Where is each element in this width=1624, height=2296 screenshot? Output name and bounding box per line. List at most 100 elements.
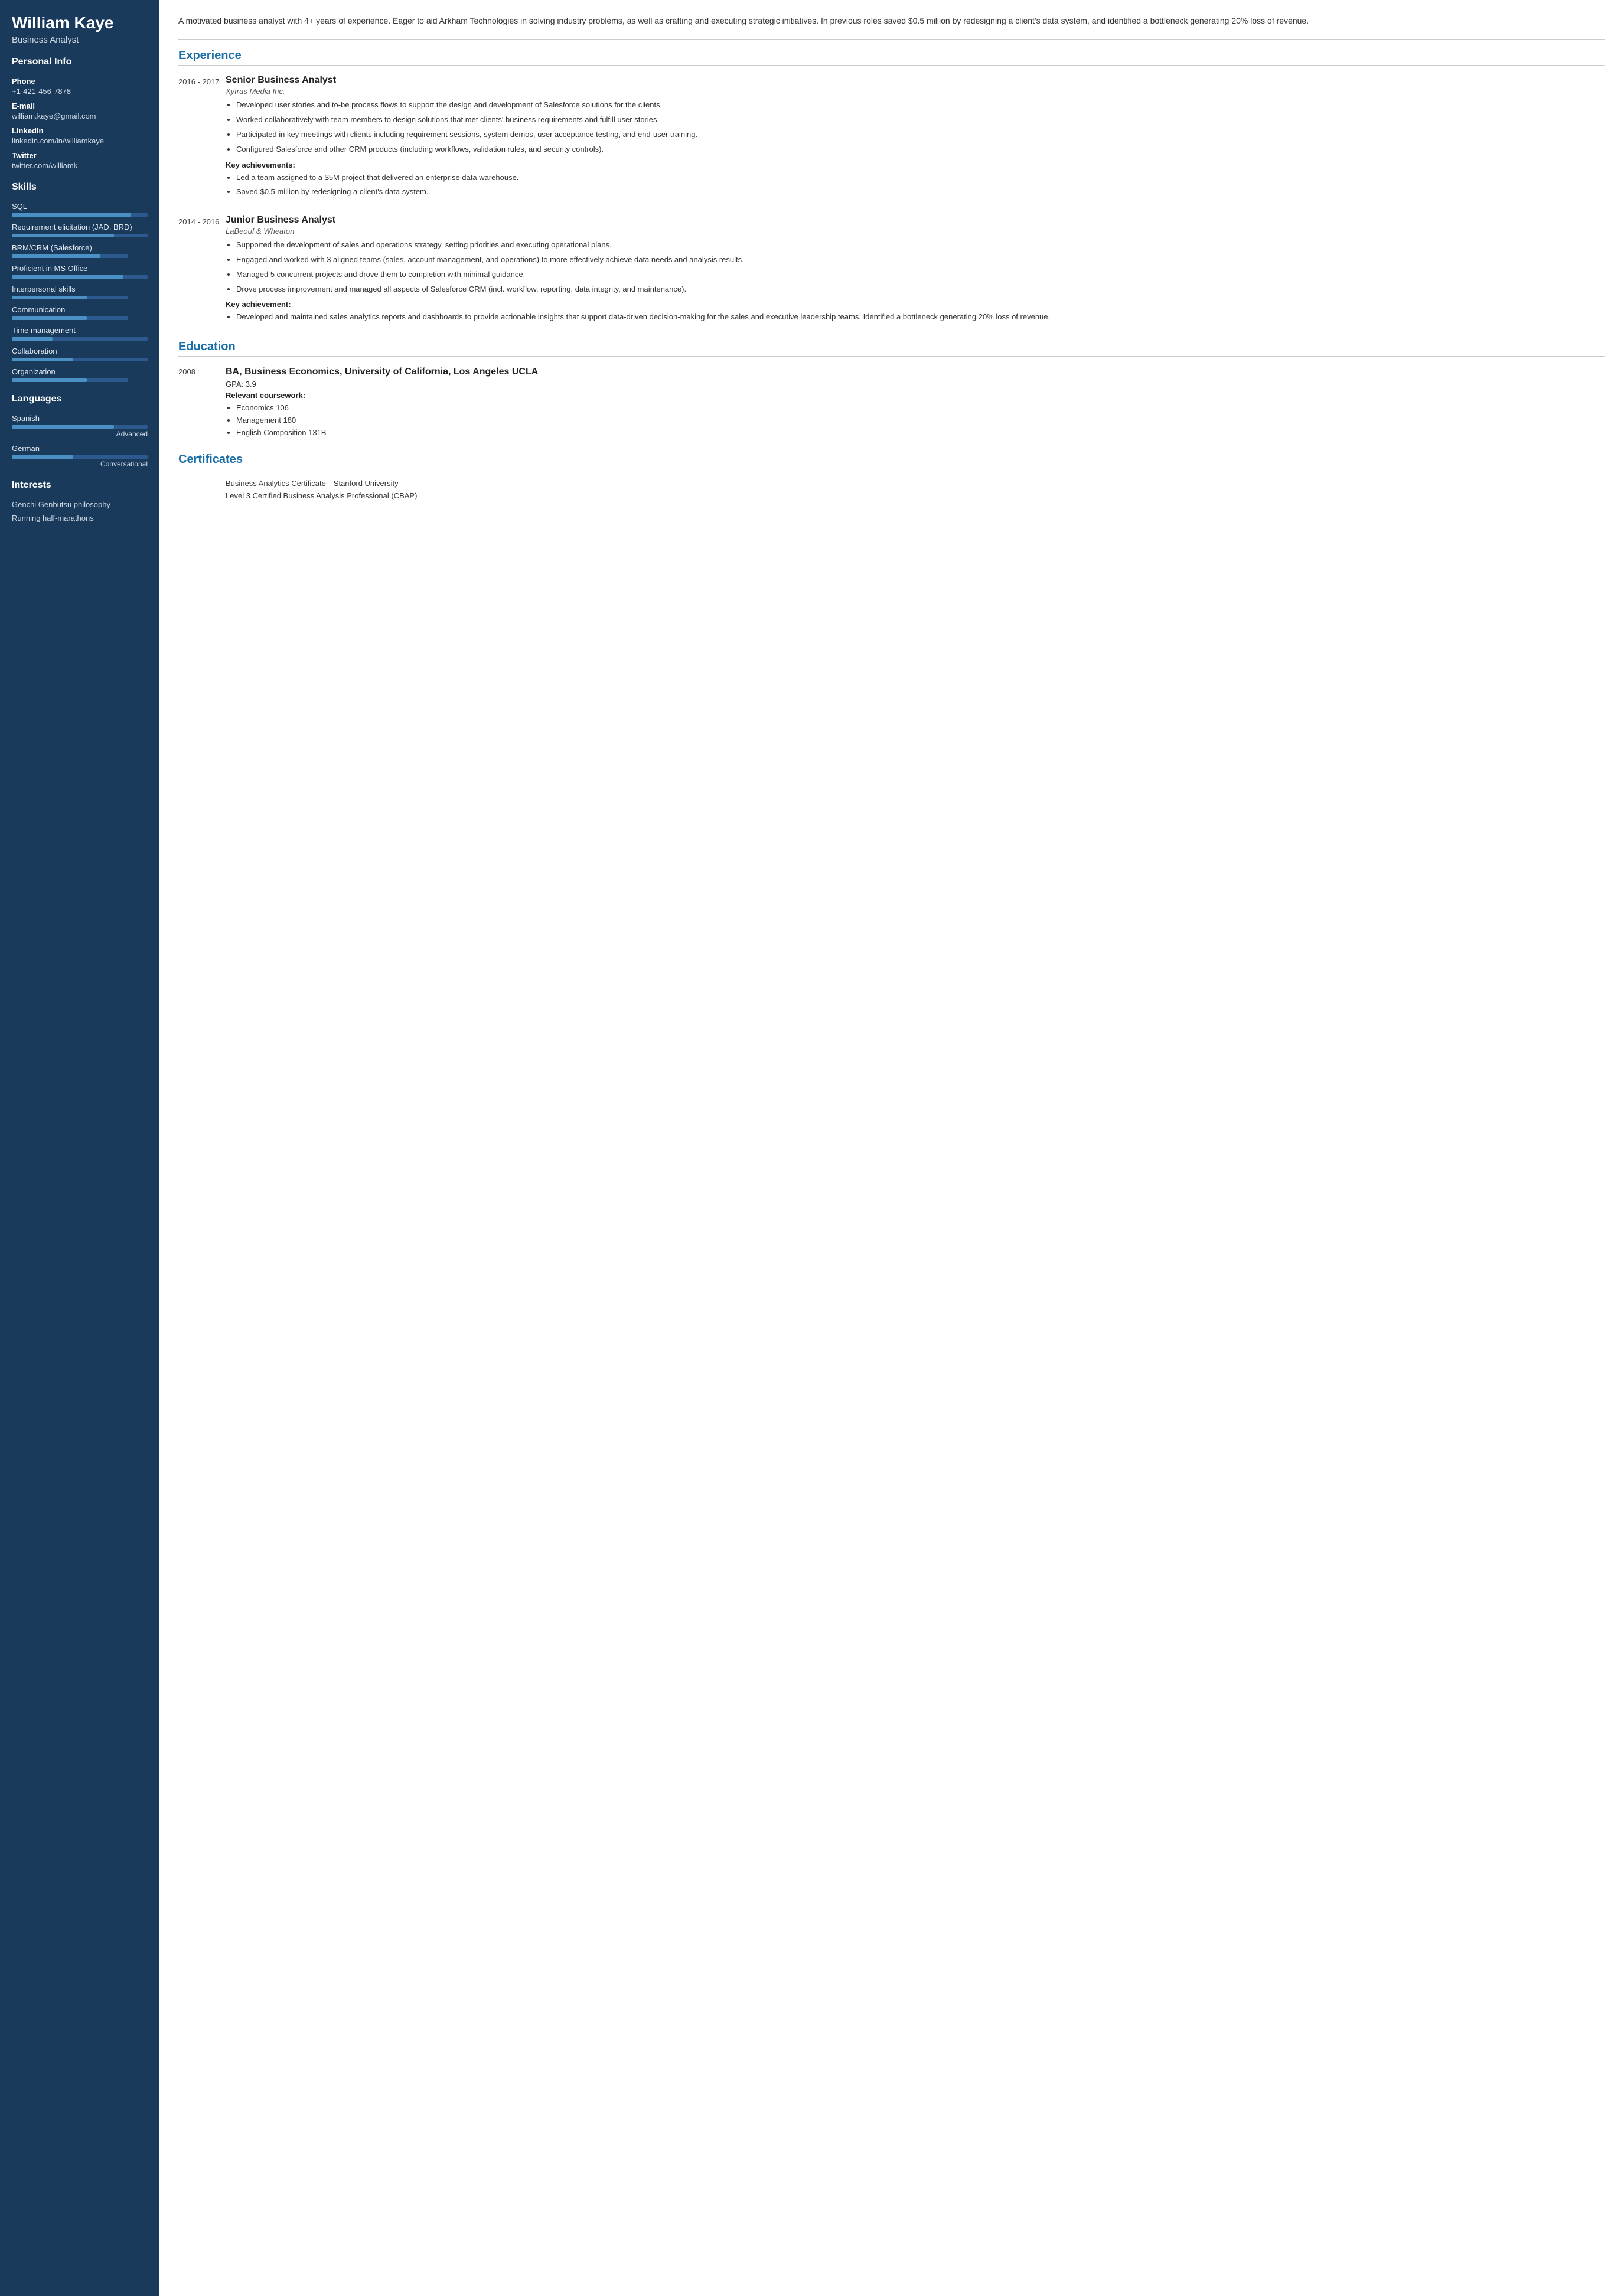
languages-list: SpanishAdvanced German Conversational xyxy=(12,414,148,468)
skill-name: Collaboration xyxy=(12,347,148,355)
education-list: 2008BA, Business Economics, University o… xyxy=(178,366,1605,439)
achievements-bullets: Led a team assigned to a $5M project tha… xyxy=(226,172,1605,199)
skills-heading: Skills xyxy=(12,182,148,195)
skills-list: SQLRequirement elicitation (JAD, BRD)BRM… xyxy=(12,202,148,382)
cert-spacer xyxy=(178,491,226,500)
exp-bullet-item: Worked collaboratively with team members… xyxy=(236,114,1605,126)
info-label: Phone xyxy=(12,77,148,86)
skill-bar xyxy=(12,234,148,237)
language-level: Conversational xyxy=(12,460,148,468)
candidate-name: William Kaye xyxy=(12,14,148,32)
sidebar: William Kaye Business Analyst Personal I… xyxy=(0,0,159,2296)
edu-gpa: GPA: 3.9 xyxy=(226,380,1605,388)
coursework-item: Economics 106 xyxy=(236,402,1605,414)
coursework-item: English Composition 131B xyxy=(236,427,1605,439)
info-value: +1-421-456-7878 xyxy=(12,87,148,96)
certificates-heading: Certificates xyxy=(178,453,1605,469)
exp-content: Senior Business AnalystXytras Media Inc.… xyxy=(226,75,1605,201)
skill-bar xyxy=(12,213,148,217)
coursework-label: Relevant coursework: xyxy=(226,391,1605,400)
exp-bullets: Supported the development of sales and o… xyxy=(226,239,1605,295)
skill-bar xyxy=(12,254,148,258)
skill-bar-fill xyxy=(12,337,53,341)
certificate-text: Business Analytics Certificate—Stanford … xyxy=(226,479,399,488)
info-label: E-mail xyxy=(12,102,148,110)
skill-name: BRM/CRM (Salesforce) xyxy=(12,243,148,252)
interest-item: Running half-marathons xyxy=(12,514,148,522)
skill-name: Communication xyxy=(12,305,148,314)
certificates-section: Certificates Business Analytics Certific… xyxy=(178,453,1605,500)
experience-row: 2016 - 2017Senior Business AnalystXytras… xyxy=(178,75,1605,201)
achievements-bullets: Developed and maintained sales analytics… xyxy=(226,311,1605,324)
skill-bar-fill xyxy=(12,358,73,361)
exp-bullet-item: Managed 5 concurrent projects and drove … xyxy=(236,269,1605,281)
info-value: linkedin.com/in/williamkaye xyxy=(12,136,148,145)
skill-bar-fill xyxy=(12,296,87,299)
exp-content: Junior Business AnalystLaBeouf & Wheaton… xyxy=(226,215,1605,326)
skill-bar-dark xyxy=(128,378,148,382)
skill-bar-fill xyxy=(12,254,100,258)
experience-list: 2016 - 2017Senior Business AnalystXytras… xyxy=(178,75,1605,326)
exp-bullet-item: Engaged and worked with 3 aligned teams … xyxy=(236,254,1605,266)
personal-info-fields: Phone+1-421-456-7878 E-mail william.kaye@g… xyxy=(12,77,148,170)
exp-company: Xytras Media Inc. xyxy=(226,87,1605,96)
info-value: twitter.com/williamk xyxy=(12,161,148,170)
achievements-label: Key achievement: xyxy=(226,300,1605,309)
certificate-row: Business Analytics Certificate—Stanford … xyxy=(178,479,1605,488)
interest-item: Genchi Genbutsu philosophy xyxy=(12,500,148,509)
skill-bar-dark xyxy=(128,296,148,299)
exp-bullets: Developed user stories and to-be process… xyxy=(226,99,1605,155)
achievement-item: Led a team assigned to a $5M project tha… xyxy=(236,172,1605,184)
exp-bullet-item: Supported the development of sales and o… xyxy=(236,239,1605,252)
language-bar xyxy=(12,455,148,459)
language-level: Advanced xyxy=(12,430,148,438)
language-bar xyxy=(12,425,148,429)
exp-bullet-item: Participated in key meetings with client… xyxy=(236,129,1605,141)
cert-spacer xyxy=(178,479,226,488)
personal-info-heading: Personal Info xyxy=(12,57,148,70)
skill-name: Interpersonal skills xyxy=(12,285,148,293)
skill-bar-fill xyxy=(12,275,123,279)
language-row: SpanishAdvanced xyxy=(12,414,148,438)
exp-title: Junior Business Analyst xyxy=(226,215,1605,226)
skill-bar-dark xyxy=(128,316,148,320)
summary-text: A motivated business analyst with 4+ yea… xyxy=(178,14,1605,27)
skill-bar xyxy=(12,275,148,279)
skill-bar xyxy=(12,316,148,320)
certificate-text: Level 3 Certified Business Analysis Prof… xyxy=(226,491,417,500)
main-content: A motivated business analyst with 4+ yea… xyxy=(159,0,1624,2296)
exp-title: Senior Business Analyst xyxy=(226,75,1605,86)
edu-title: BA, Business Economics, University of Ca… xyxy=(226,366,1605,378)
edu-content: BA, Business Economics, University of Ca… xyxy=(226,366,1605,439)
exp-bullet-item: Developed user stories and to-be process… xyxy=(236,99,1605,112)
skill-name: Proficient in MS Office xyxy=(12,264,148,273)
info-value: william.kaye@gmail.com xyxy=(12,112,148,120)
exp-bullet-item: Drove process improvement and managed al… xyxy=(236,283,1605,296)
coursework-item: Management 180 xyxy=(236,414,1605,427)
skill-bar-fill xyxy=(12,316,87,320)
education-row: 2008BA, Business Economics, University o… xyxy=(178,366,1605,439)
experience-row: 2014 - 2016Junior Business AnalystLaBeou… xyxy=(178,215,1605,326)
achievement-item: Saved $0.5 million by redesigning a clie… xyxy=(236,186,1605,198)
achievement-item: Developed and maintained sales analytics… xyxy=(236,311,1605,324)
language-bar-fill xyxy=(12,455,73,459)
certificate-row: Level 3 Certified Business Analysis Prof… xyxy=(178,491,1605,500)
interests-heading: Interests xyxy=(12,480,148,493)
skill-bar-dark xyxy=(128,254,148,258)
skill-bar xyxy=(12,378,148,382)
summary-divider xyxy=(178,39,1605,40)
skill-name: Requirement elicitation (JAD, BRD) xyxy=(12,223,148,231)
languages-heading: Languages xyxy=(12,394,148,407)
language-name: German xyxy=(12,444,148,453)
edu-date: 2008 xyxy=(178,366,226,439)
skill-bar xyxy=(12,337,148,341)
candidate-title: Business Analyst xyxy=(12,35,148,45)
achievements-label: Key achievements: xyxy=(226,161,1605,169)
experience-section: Experience 2016 - 2017Senior Business An… xyxy=(178,49,1605,326)
info-label: Twitter xyxy=(12,151,148,160)
coursework-bullets: Economics 106Management 180English Compo… xyxy=(226,402,1605,439)
exp-bullet-item: Configured Salesforce and other CRM prod… xyxy=(236,143,1605,156)
language-bar-fill xyxy=(12,425,114,429)
language-row: German Conversational xyxy=(12,444,148,468)
skill-bar-fill xyxy=(12,234,114,237)
